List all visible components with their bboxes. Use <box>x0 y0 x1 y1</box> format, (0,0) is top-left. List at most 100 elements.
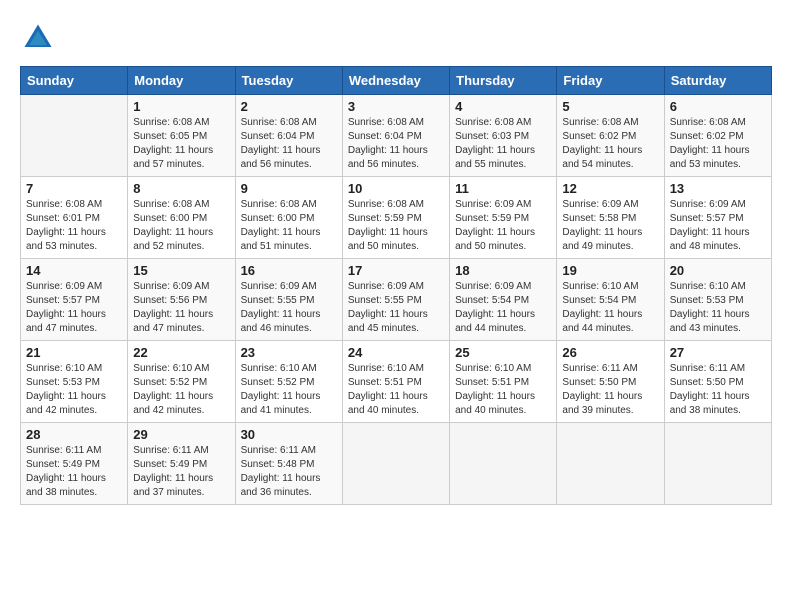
day-number: 22 <box>133 345 229 360</box>
day-number: 16 <box>241 263 337 278</box>
day-info: Sunrise: 6:08 AM Sunset: 6:04 PM Dayligh… <box>241 116 337 172</box>
calendar-table: SundayMondayTuesdayWednesdayThursdayFrid… <box>20 66 772 505</box>
day-info: Sunrise: 6:10 AM Sunset: 5:52 PM Dayligh… <box>241 362 337 418</box>
day-number: 10 <box>348 181 444 196</box>
day-number: 26 <box>562 345 658 360</box>
day-number: 23 <box>241 345 337 360</box>
header-cell-tuesday: Tuesday <box>235 67 342 95</box>
day-info: Sunrise: 6:09 AM Sunset: 5:59 PM Dayligh… <box>455 198 551 254</box>
day-number: 12 <box>562 181 658 196</box>
calendar-cell: 14 Sunrise: 6:09 AM Sunset: 5:57 PM Dayli… <box>21 259 128 341</box>
calendar-cell: 4 Sunrise: 6:08 AM Sunset: 6:03 PM Daylig… <box>450 95 557 177</box>
day-info: Sunrise: 6:10 AM Sunset: 5:51 PM Dayligh… <box>455 362 551 418</box>
day-number: 27 <box>670 345 766 360</box>
day-number: 19 <box>562 263 658 278</box>
day-info: Sunrise: 6:08 AM Sunset: 6:00 PM Dayligh… <box>133 198 229 254</box>
week-row-4: 21 Sunrise: 6:10 AM Sunset: 5:53 PM Dayli… <box>21 341 772 423</box>
day-info: Sunrise: 6:10 AM Sunset: 5:54 PM Dayligh… <box>562 280 658 336</box>
logo <box>20 20 60 56</box>
calendar-body: 1Sunrise: 6:08 AM Sunset: 6:05 PM Daylig… <box>21 95 772 505</box>
day-info: Sunrise: 6:09 AM Sunset: 5:55 PM Dayligh… <box>348 280 444 336</box>
day-number: 15 <box>133 263 229 278</box>
day-number: 24 <box>348 345 444 360</box>
calendar-cell <box>557 423 664 505</box>
calendar-cell: 28Sunrise: 6:11 AM Sunset: 5:49 PM Dayli… <box>21 423 128 505</box>
day-number: 17 <box>348 263 444 278</box>
calendar-cell: 22Sunrise: 6:10 AM Sunset: 5:52 PM Dayli… <box>128 341 235 423</box>
day-number: 6 <box>670 99 766 114</box>
day-number: 14 <box>26 263 122 278</box>
calendar-cell: 3 Sunrise: 6:08 AM Sunset: 6:04 PM Daylig… <box>342 95 449 177</box>
day-info: Sunrise: 6:08 AM Sunset: 6:01 PM Dayligh… <box>26 198 122 254</box>
day-number: 9 <box>241 181 337 196</box>
day-info: Sunrise: 6:08 AM Sunset: 6:00 PM Dayligh… <box>241 198 337 254</box>
header-cell-friday: Friday <box>557 67 664 95</box>
day-info: Sunrise: 6:08 AM Sunset: 6:02 PM Dayligh… <box>562 116 658 172</box>
day-number: 1 <box>133 99 229 114</box>
day-info: Sunrise: 6:08 AM Sunset: 5:59 PM Dayligh… <box>348 198 444 254</box>
day-number: 3 <box>348 99 444 114</box>
header-cell-monday: Monday <box>128 67 235 95</box>
calendar-cell: 19 Sunrise: 6:10 AM Sunset: 5:54 PM Dayli… <box>557 259 664 341</box>
day-info: Sunrise: 6:08 AM Sunset: 6:04 PM Dayligh… <box>348 116 444 172</box>
calendar-cell: 27 Sunrise: 6:11 AM Sunset: 5:50 PM Dayli… <box>664 341 771 423</box>
calendar-cell: 5 Sunrise: 6:08 AM Sunset: 6:02 PM Daylig… <box>557 95 664 177</box>
day-info: Sunrise: 6:09 AM Sunset: 5:57 PM Dayligh… <box>26 280 122 336</box>
day-info: Sunrise: 6:11 AM Sunset: 5:49 PM Dayligh… <box>133 444 229 500</box>
day-number: 4 <box>455 99 551 114</box>
calendar-cell: 16Sunrise: 6:09 AM Sunset: 5:55 PM Dayli… <box>235 259 342 341</box>
calendar-cell: 9 Sunrise: 6:08 AM Sunset: 6:00 PM Daylig… <box>235 177 342 259</box>
day-number: 29 <box>133 427 229 442</box>
page-header <box>20 20 772 56</box>
calendar-cell: 10 Sunrise: 6:08 AM Sunset: 5:59 PM Dayli… <box>342 177 449 259</box>
day-number: 2 <box>241 99 337 114</box>
calendar-cell: 23 Sunrise: 6:10 AM Sunset: 5:52 PM Dayli… <box>235 341 342 423</box>
header-cell-sunday: Sunday <box>21 67 128 95</box>
day-number: 21 <box>26 345 122 360</box>
calendar-cell: 21 Sunrise: 6:10 AM Sunset: 5:53 PM Dayli… <box>21 341 128 423</box>
calendar-cell: 13 Sunrise: 6:09 AM Sunset: 5:57 PM Dayli… <box>664 177 771 259</box>
day-number: 11 <box>455 181 551 196</box>
day-number: 30 <box>241 427 337 442</box>
week-row-2: 7 Sunrise: 6:08 AM Sunset: 6:01 PM Daylig… <box>21 177 772 259</box>
day-info: Sunrise: 6:08 AM Sunset: 6:03 PM Dayligh… <box>455 116 551 172</box>
day-info: Sunrise: 6:08 AM Sunset: 6:02 PM Dayligh… <box>670 116 766 172</box>
header-cell-wednesday: Wednesday <box>342 67 449 95</box>
day-info: Sunrise: 6:11 AM Sunset: 5:50 PM Dayligh… <box>670 362 766 418</box>
calendar-cell: 8 Sunrise: 6:08 AM Sunset: 6:00 PM Daylig… <box>128 177 235 259</box>
day-info: Sunrise: 6:10 AM Sunset: 5:53 PM Dayligh… <box>26 362 122 418</box>
calendar-cell: 12Sunrise: 6:09 AM Sunset: 5:58 PM Dayli… <box>557 177 664 259</box>
day-number: 5 <box>562 99 658 114</box>
day-number: 13 <box>670 181 766 196</box>
day-info: Sunrise: 6:09 AM Sunset: 5:57 PM Dayligh… <box>670 198 766 254</box>
day-info: Sunrise: 6:10 AM Sunset: 5:53 PM Dayligh… <box>670 280 766 336</box>
calendar-cell: 1Sunrise: 6:08 AM Sunset: 6:05 PM Daylig… <box>128 95 235 177</box>
calendar-cell: 15 Sunrise: 6:09 AM Sunset: 5:56 PM Dayli… <box>128 259 235 341</box>
header-cell-thursday: Thursday <box>450 67 557 95</box>
calendar-cell: 30 Sunrise: 6:11 AM Sunset: 5:48 PM Dayli… <box>235 423 342 505</box>
day-number: 18 <box>455 263 551 278</box>
calendar-cell: 18 Sunrise: 6:09 AM Sunset: 5:54 PM Dayli… <box>450 259 557 341</box>
calendar-cell <box>450 423 557 505</box>
day-number: 8 <box>133 181 229 196</box>
calendar-cell <box>342 423 449 505</box>
calendar-cell: 11 Sunrise: 6:09 AM Sunset: 5:59 PM Dayli… <box>450 177 557 259</box>
week-row-3: 14 Sunrise: 6:09 AM Sunset: 5:57 PM Dayli… <box>21 259 772 341</box>
day-number: 20 <box>670 263 766 278</box>
day-info: Sunrise: 6:11 AM Sunset: 5:48 PM Dayligh… <box>241 444 337 500</box>
day-info: Sunrise: 6:09 AM Sunset: 5:56 PM Dayligh… <box>133 280 229 336</box>
week-row-5: 28Sunrise: 6:11 AM Sunset: 5:49 PM Dayli… <box>21 423 772 505</box>
header-row: SundayMondayTuesdayWednesdayThursdayFrid… <box>21 67 772 95</box>
calendar-cell: 26 Sunrise: 6:11 AM Sunset: 5:50 PM Dayli… <box>557 341 664 423</box>
calendar-cell: 2 Sunrise: 6:08 AM Sunset: 6:04 PM Daylig… <box>235 95 342 177</box>
day-info: Sunrise: 6:09 AM Sunset: 5:54 PM Dayligh… <box>455 280 551 336</box>
calendar-cell: 7 Sunrise: 6:08 AM Sunset: 6:01 PM Daylig… <box>21 177 128 259</box>
day-info: Sunrise: 6:11 AM Sunset: 5:50 PM Dayligh… <box>562 362 658 418</box>
day-info: Sunrise: 6:11 AM Sunset: 5:49 PM Dayligh… <box>26 444 122 500</box>
day-info: Sunrise: 6:10 AM Sunset: 5:51 PM Dayligh… <box>348 362 444 418</box>
calendar-cell <box>664 423 771 505</box>
week-row-1: 1Sunrise: 6:08 AM Sunset: 6:05 PM Daylig… <box>21 95 772 177</box>
day-number: 7 <box>26 181 122 196</box>
calendar-cell: 24 Sunrise: 6:10 AM Sunset: 5:51 PM Dayli… <box>342 341 449 423</box>
calendar-cell: 6 Sunrise: 6:08 AM Sunset: 6:02 PM Daylig… <box>664 95 771 177</box>
